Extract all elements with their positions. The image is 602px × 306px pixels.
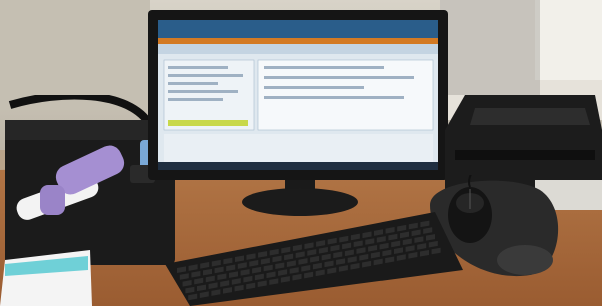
screen-accent-bar <box>158 38 438 44</box>
screen-highlight-bar <box>168 120 248 126</box>
screen-right-panel <box>257 59 434 131</box>
paper-sheet <box>0 250 92 306</box>
door-shadow <box>440 0 540 95</box>
wall-panel <box>0 0 150 110</box>
keyboard <box>165 212 463 306</box>
window-light <box>535 0 602 80</box>
screen-header <box>158 20 438 38</box>
photo-scene <box>0 0 602 306</box>
monitor <box>148 10 448 216</box>
screen-left-panel <box>163 59 255 131</box>
screen-taskbar <box>158 162 438 170</box>
wrist-rest <box>497 245 553 275</box>
